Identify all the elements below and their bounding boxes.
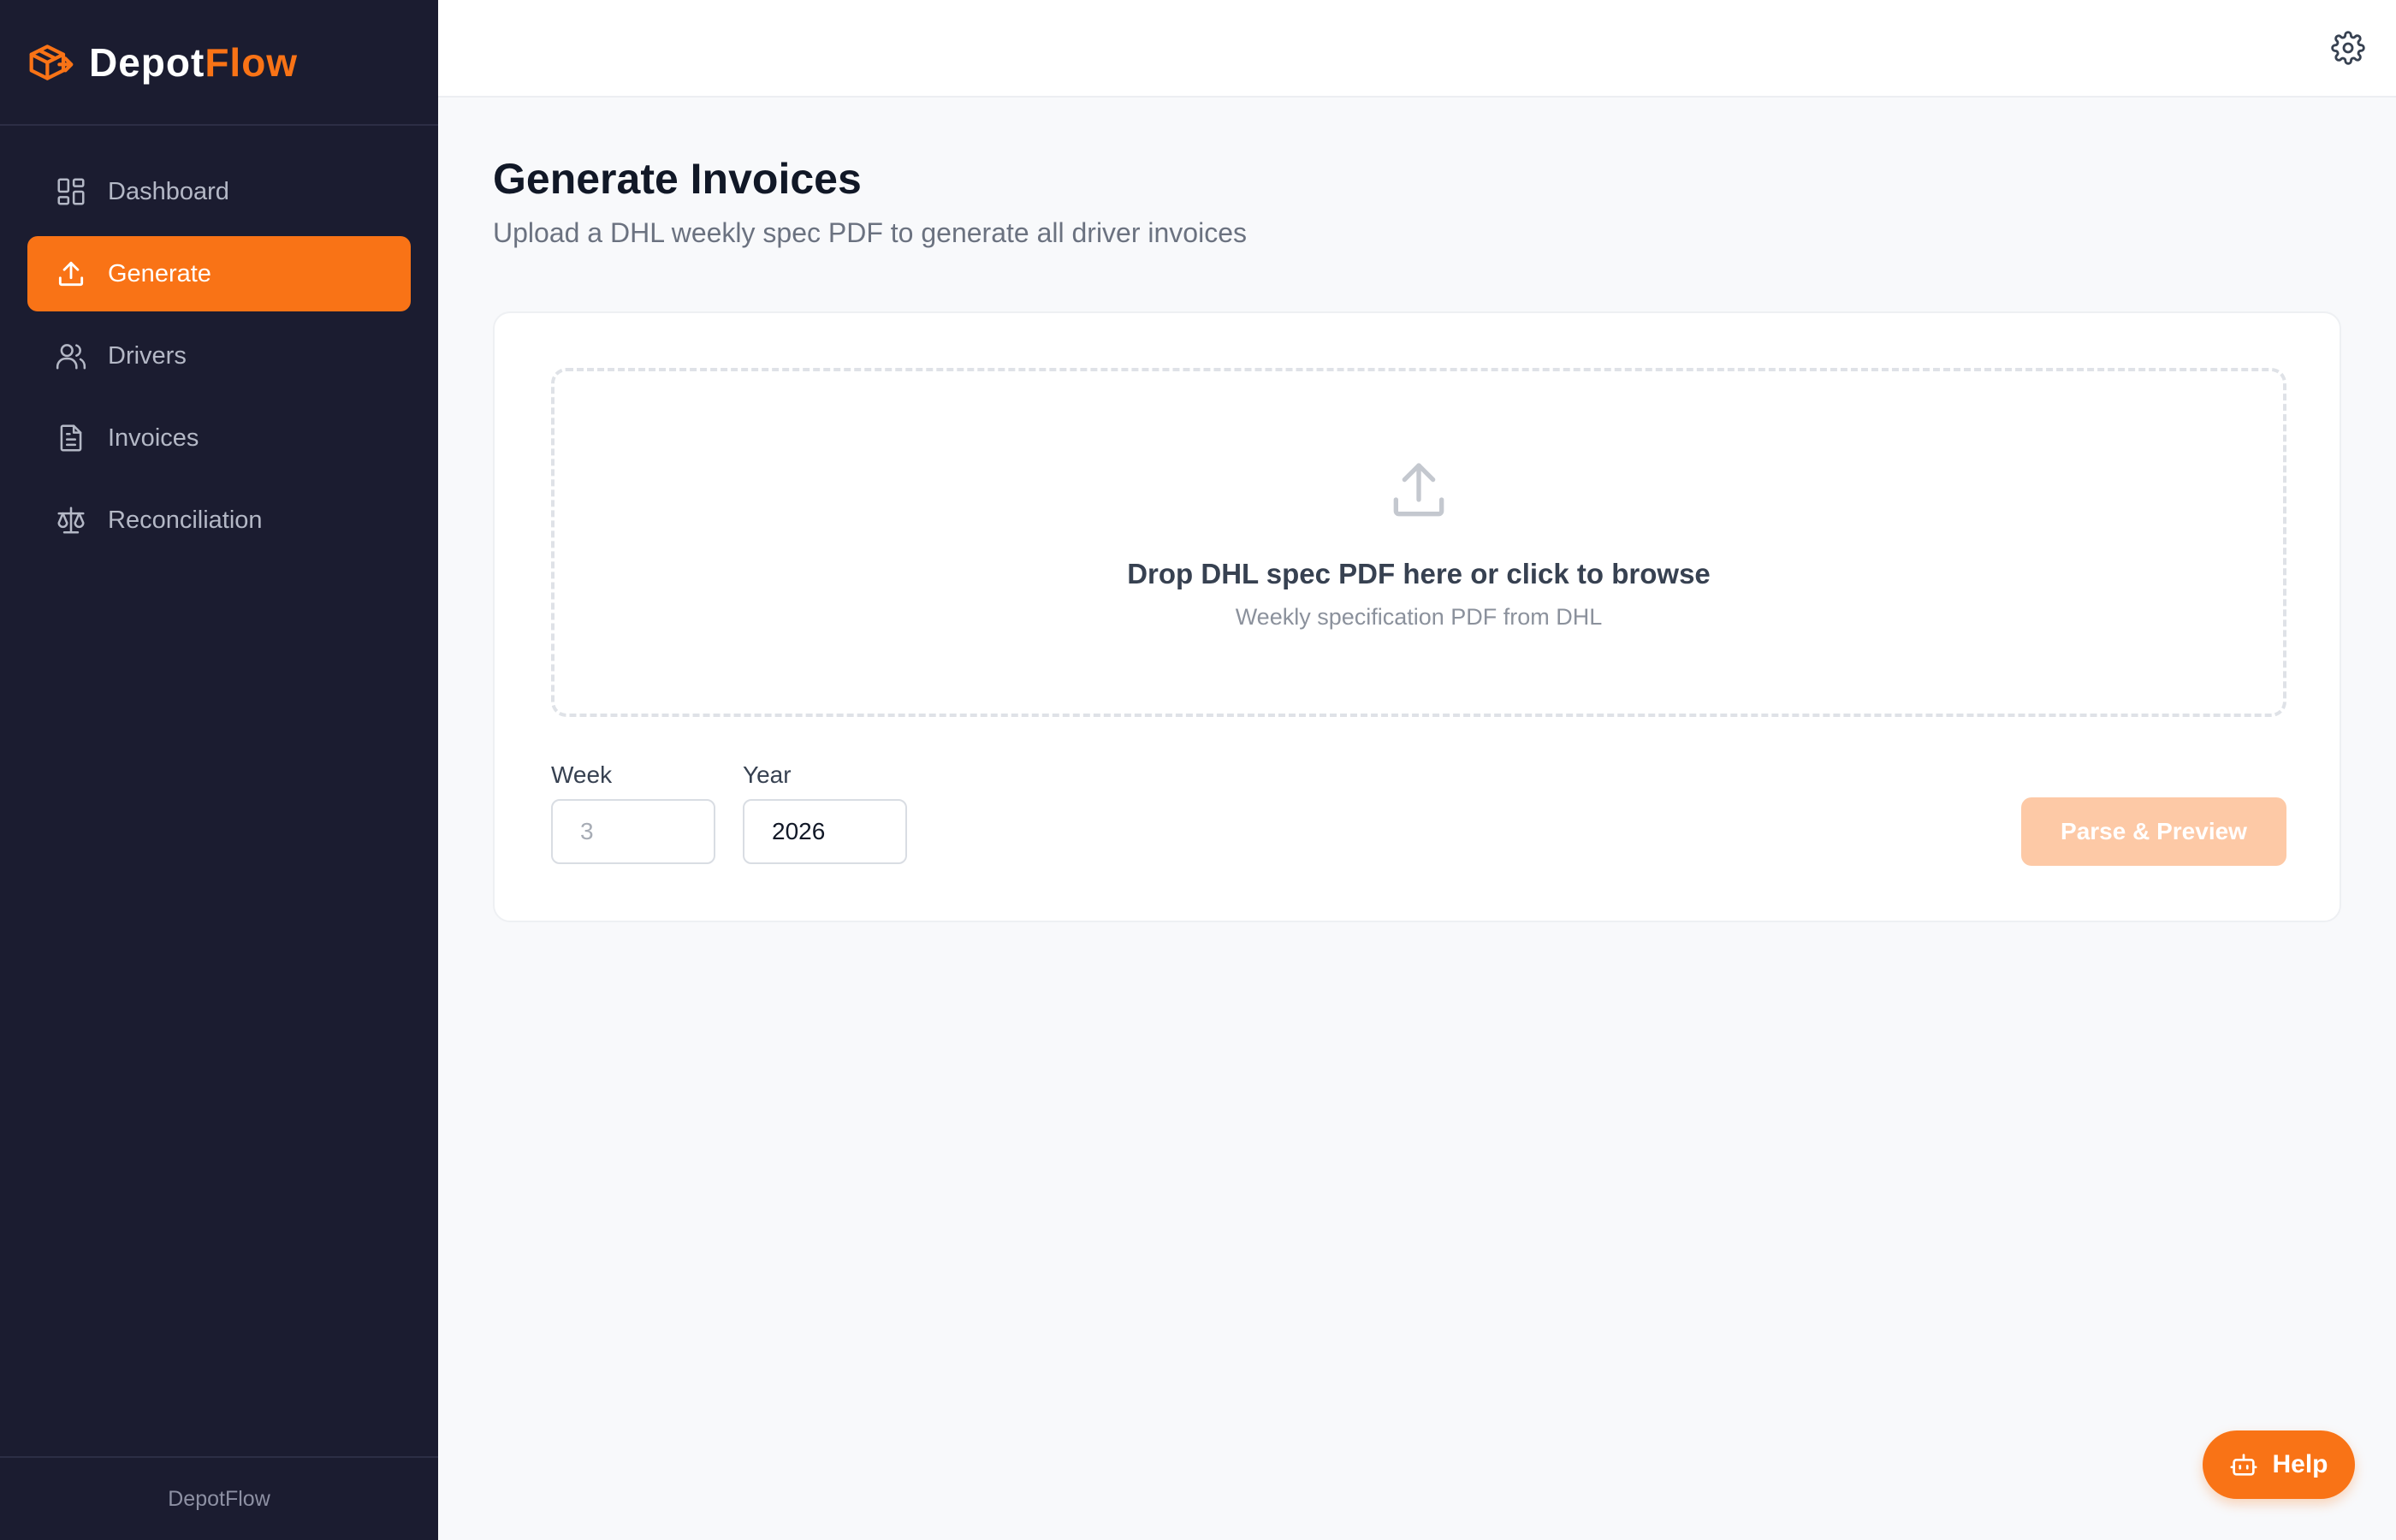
dropzone-subtitle: Weekly specification PDF from DHL xyxy=(1235,604,1603,630)
week-input[interactable] xyxy=(551,799,715,864)
page-subtitle: Upload a DHL weekly spec PDF to generate… xyxy=(493,217,1247,248)
document-icon xyxy=(60,424,82,452)
package-icon xyxy=(29,44,74,80)
sidebar-item-reconciliation[interactable]: Reconciliation xyxy=(27,483,411,558)
sidebar-item-label: Invoices xyxy=(108,424,199,452)
brand-logo[interactable]: DepotFlow xyxy=(0,0,438,126)
help-button[interactable]: Help xyxy=(2203,1430,2355,1499)
upload-icon xyxy=(1393,463,1444,517)
sidebar-item-drivers[interactable]: Drivers xyxy=(27,318,411,394)
upload-icon xyxy=(58,261,84,287)
year-label: Year xyxy=(743,761,792,788)
parse-preview-button[interactable]: Parse & Preview xyxy=(2021,797,2286,866)
brand-name: DepotFlow xyxy=(89,39,298,86)
year-input[interactable] xyxy=(743,799,907,864)
sidebar-item-label: Generate xyxy=(108,259,211,287)
upload-card: Drop DHL spec PDF here or click to brows… xyxy=(493,311,2341,922)
help-label: Help xyxy=(2272,1450,2328,1478)
sidebar-footer: DepotFlow xyxy=(0,1456,438,1540)
sidebar-item-label: Drivers xyxy=(108,341,187,370)
week-label: Week xyxy=(551,761,613,788)
sidebar-item-invoices[interactable]: Invoices xyxy=(27,400,411,476)
bot-icon xyxy=(2230,1454,2257,1476)
sidebar-item-label: Dashboard xyxy=(108,177,229,205)
sidebar: DepotFlow Dashboard Generate Drivers Inv… xyxy=(0,0,438,1540)
dashboard-grid-icon xyxy=(57,178,85,205)
users-icon xyxy=(56,344,86,370)
gear-icon[interactable] xyxy=(2331,31,2365,65)
app-window: DepotFlow Dashboard Generate Drivers Inv… xyxy=(0,0,2396,1540)
page-title: Generate Invoices xyxy=(493,155,862,203)
dropzone-title: Drop DHL spec PDF here or click to brows… xyxy=(1127,558,1711,589)
topbar xyxy=(438,0,2396,98)
sidebar-nav: Dashboard Generate Drivers Invoices Reco… xyxy=(27,154,411,565)
pdf-dropzone[interactable]: Drop DHL spec PDF here or click to brows… xyxy=(551,368,2286,717)
sidebar-item-dashboard[interactable]: Dashboard xyxy=(27,154,411,229)
scale-icon xyxy=(57,506,85,534)
sidebar-item-label: Reconciliation xyxy=(108,506,263,534)
brand-name-part1: Depot xyxy=(89,39,205,85)
sidebar-item-generate[interactable]: Generate xyxy=(27,236,411,311)
brand-name-part2: Flow xyxy=(205,39,299,85)
